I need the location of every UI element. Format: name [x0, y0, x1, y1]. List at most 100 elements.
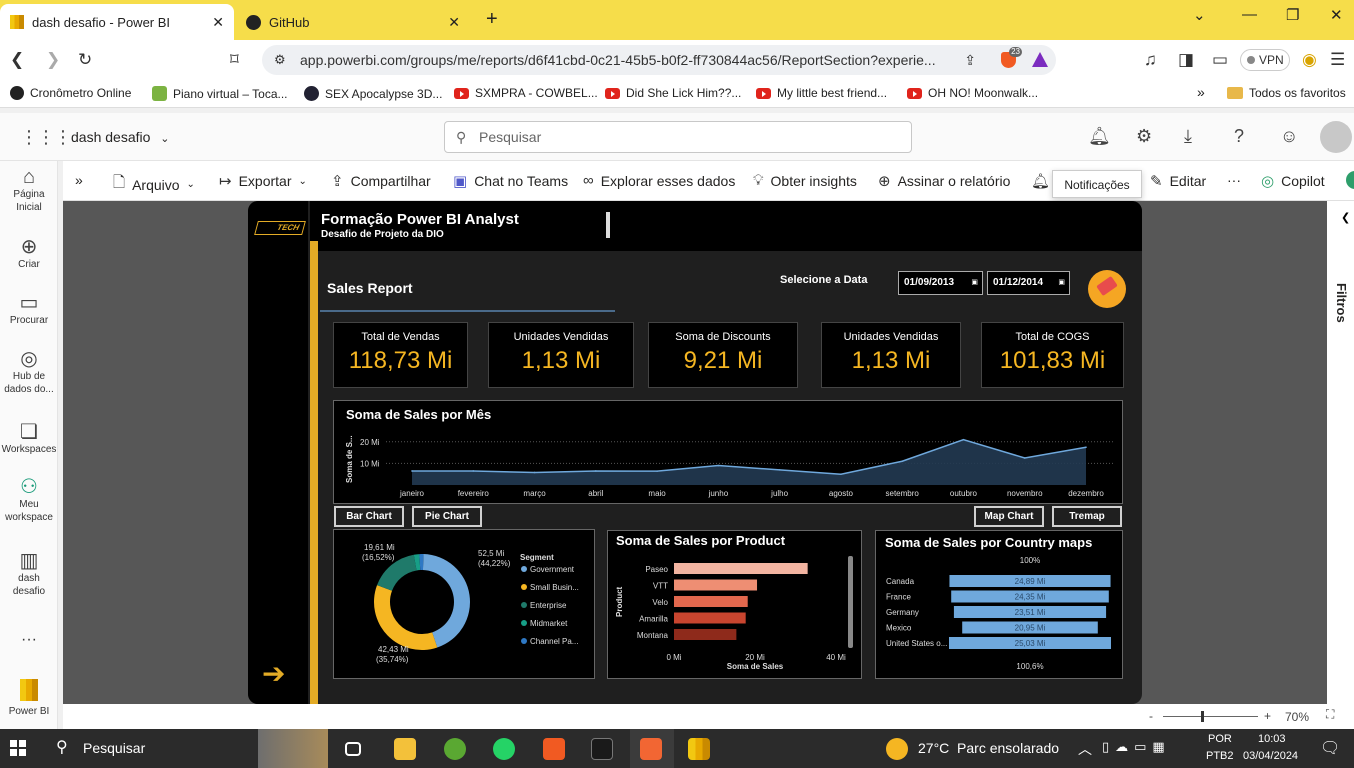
sales-by-country-chart[interactable]: Soma de Sales por Country maps 100% 24,89… — [875, 530, 1123, 679]
arrow-right-icon[interactable]: ➔ — [262, 657, 285, 690]
clock-date[interactable]: 03/04/2024 — [1243, 750, 1298, 762]
brave-wallet-icon[interactable]: ◉ — [1302, 50, 1317, 70]
menu-icon[interactable]: ☰ — [1330, 50, 1345, 70]
export-menu[interactable]: ↦ Exportar ⌄ — [219, 172, 307, 190]
bookmark-item[interactable]: Piano virtual – Toca... — [152, 86, 288, 101]
copilot-button[interactable]: ◎ Copilot — [1261, 172, 1325, 190]
edit-button[interactable]: ✎ Editar — [1150, 172, 1206, 190]
bookmarks-overflow[interactable]: » — [1197, 84, 1205, 100]
media-icon[interactable]: ♫ — [1144, 50, 1157, 70]
windows-start-icon[interactable] — [10, 740, 26, 756]
powerbi-taskbar-icon[interactable] — [688, 738, 710, 760]
nav-workspaces[interactable]: ❏ Workspaces — [0, 422, 58, 456]
report-name-dropdown[interactable]: dash desafio ⌄ — [71, 129, 170, 145]
help-icon[interactable]: ? — [1234, 126, 1244, 147]
language-line1[interactable]: POR — [1208, 733, 1232, 745]
zoom-in-button[interactable]: + — [1264, 709, 1271, 723]
sidebar-icon[interactable]: ◨ — [1178, 50, 1194, 70]
more-options[interactable]: ··· — [1227, 172, 1241, 188]
brave-icon[interactable] — [543, 738, 565, 760]
avatar[interactable] — [1320, 121, 1352, 153]
app-icon[interactable] — [591, 738, 613, 760]
back-icon[interactable]: ❮ — [10, 50, 24, 70]
date-from-input[interactable]: 01/09/2013 ▣ — [898, 271, 983, 295]
tab-power-bi[interactable]: dash desafio - Power BI ✕ — [0, 4, 234, 40]
maximize-icon[interactable]: ❐ — [1286, 6, 1299, 24]
filters-pane[interactable]: ❮ Filtros — [1327, 201, 1354, 704]
close-tab-icon[interactable]: ✕ — [212, 14, 224, 31]
weather-text[interactable]: 27°C Parc ensolarado — [918, 740, 1059, 756]
wallet-icon[interactable]: ▭ — [1212, 50, 1228, 70]
close-window-icon[interactable]: ✕ — [1330, 6, 1343, 24]
alert-icon[interactable]: 🔔︎ — [1031, 172, 1050, 190]
brave-rewards-icon[interactable] — [1032, 52, 1048, 67]
map-chart-button[interactable]: Map Chart — [974, 506, 1044, 527]
tray-chevron-icon[interactable]: ︿ — [1078, 739, 1092, 759]
bookmark-item[interactable]: SEX Apocalypse 3D... — [304, 86, 442, 101]
bar-chart-button[interactable]: Bar Chart — [334, 506, 404, 527]
nav-more[interactable]: ··· — [0, 632, 58, 648]
sales-by-month-chart[interactable]: Soma de Sales por Mês 10 Mi 20 Mi Soma de … — [333, 400, 1123, 504]
collapse-pane-icon[interactable]: » — [75, 172, 83, 188]
all-favorites[interactable]: Todos os favoritos — [1227, 86, 1346, 100]
bookmark-item[interactable]: My little best friend... — [756, 86, 887, 100]
nav-home[interactable]: ⌂ Página Inicial — [0, 167, 58, 214]
download-icon[interactable]: ⤓ — [1184, 126, 1192, 147]
forward-icon[interactable]: ❯ — [46, 50, 60, 70]
url-bar[interactable]: ⚙ app.powerbi.com/groups/me/reports/d6f4… — [262, 45, 1056, 75]
nav-dash-desafio[interactable]: ▥ dash desafio — [0, 551, 58, 598]
nav-data-hub[interactable]: ◎ Hub de dados do... — [0, 349, 58, 396]
clock-time[interactable]: 10:03 — [1258, 733, 1286, 745]
subscribe-button[interactable]: ⊕ Assinar o relatório — [878, 172, 1010, 190]
explore-button[interactable]: ∞ Explorar esses dados — [583, 172, 735, 189]
teams-button[interactable]: ▣ Chat no Teams — [453, 172, 568, 190]
share-icon[interactable]: ⇪ — [964, 45, 976, 75]
share-button[interactable]: ⇪ Compartilhar — [331, 172, 431, 190]
task-view-icon[interactable] — [345, 742, 361, 756]
bookmark-item[interactable]: OH NO! Moonwalk... — [907, 86, 1038, 100]
utorrent-icon[interactable] — [444, 738, 466, 760]
file-explorer-icon[interactable] — [394, 738, 416, 760]
bookmark-icon[interactable]: ⌑ — [230, 50, 239, 70]
calendar-icon[interactable]: ▣ — [971, 272, 978, 294]
reload-icon[interactable]: ↻ — [78, 50, 92, 70]
bookmark-item[interactable]: SXMPRA - COWBEL... — [454, 86, 598, 100]
bookmark-item[interactable]: Did She Lick Him??... — [605, 86, 741, 100]
scrollbar[interactable] — [848, 556, 853, 648]
pie-chart-button[interactable]: Pie Chart — [412, 506, 482, 527]
insights-button[interactable]: 💡︎ Obter insights — [753, 172, 857, 189]
feedback-icon[interactable]: ☺ — [1280, 126, 1298, 147]
fit-page-icon[interactable]: ⛶ — [1326, 707, 1334, 722]
tab-search-icon[interactable]: ⌄ — [1193, 6, 1206, 24]
close-tab-icon[interactable]: ✕ — [448, 14, 460, 31]
segment-donut-chart[interactable]: 52,5 Mi (44,22%) 42,43 Mi (35,74%) 19,61 Mi(… — [333, 529, 595, 679]
tab-github[interactable]: GitHub ✕ — [236, 4, 470, 40]
file-menu[interactable]: 🗋︎ Arquivo ⌄ — [113, 172, 195, 197]
date-to-input[interactable]: 01/12/2014 ▣ — [987, 271, 1070, 295]
expand-filters-icon[interactable]: ❮ — [1341, 211, 1350, 224]
search-input[interactable]: ⚲ Pesquisar — [444, 121, 912, 153]
sales-by-product-chart[interactable]: Soma de Sales por Product Paseo VTT Velo Am… — [607, 530, 862, 679]
app-launcher-icon[interactable]: ⋮⋮⋮ — [20, 127, 72, 148]
tray-icons[interactable]: ▯☁▭▦ — [1102, 739, 1171, 755]
nav-my-workspace[interactable]: ⚇ Meu workspace — [0, 477, 58, 524]
eraser-icon[interactable] — [1088, 270, 1126, 308]
language-line2[interactable]: PTB2 — [1206, 750, 1234, 762]
minimize-icon[interactable]: — — [1242, 6, 1257, 23]
zoom-slider-thumb[interactable] — [1201, 711, 1204, 722]
bookmark-item[interactable]: Cronômetro Online — [10, 86, 131, 100]
whatsapp-icon[interactable] — [493, 738, 515, 760]
site-settings-icon[interactable]: ⚙ — [274, 45, 286, 75]
notifications-icon[interactable]: 🔔︎ — [1088, 126, 1111, 147]
new-tab-icon[interactable]: + — [486, 8, 498, 31]
zoom-slider[interactable] — [1163, 711, 1258, 722]
vpn-button[interactable]: VPN — [1240, 49, 1290, 71]
nav-power-bi[interactable]: Power BI — [0, 679, 58, 718]
settings-icon[interactable]: ⚙ — [1136, 126, 1152, 147]
zoom-out-button[interactable]: - — [1149, 709, 1153, 723]
treemap-button[interactable]: Tremap — [1052, 506, 1122, 527]
nav-create[interactable]: ⊕ Criar — [0, 237, 58, 271]
notification-center-icon[interactable]: 🗨︎ — [1320, 738, 1340, 758]
nav-browse[interactable]: ▭ Procurar — [0, 293, 58, 327]
taskbar-search[interactable]: ⚲ Pesquisar — [48, 729, 248, 768]
